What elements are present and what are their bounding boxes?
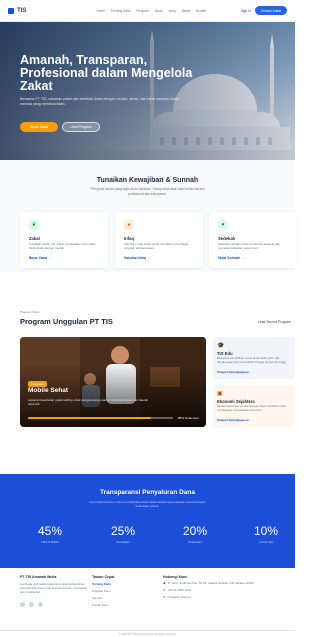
mail-icon: ✉ (163, 594, 166, 599)
duties-subtitle: Pilih jenis donasi yang ingin Anda salur… (90, 187, 205, 196)
top-navbar: TIS Home Tentang Kami Program Zakat Infa… (0, 0, 295, 22)
program-desc: Beasiswa pendidikan untuk anak-anak yati… (217, 356, 287, 364)
funding-progress-label: 85% Terkumpul (178, 415, 199, 420)
brand-logo[interactable]: TIS (8, 7, 27, 14)
card-desc: Tunaikan zakat mal, zakat penghasilan, d… (29, 242, 96, 250)
stat-value: 45% (37, 524, 63, 538)
zakat-card[interactable]: ❦ Zakat Tunaikan zakat mal, zakat pengha… (20, 212, 108, 268)
facebook-icon[interactable] (20, 602, 25, 607)
site-footer: PT TIS Amanah Mulia Lembaga amil zakat t… (0, 568, 295, 637)
footer-about-title: PT TIS Amanah Mulia (20, 575, 57, 579)
footer-contact-title: Hubungi Kami (163, 575, 188, 579)
hero-subtitle: Bersama PT TIS, salurkan zakat dan sedek… (20, 97, 179, 106)
stat-operations: 10% Amil & Ops (236, 524, 296, 544)
programs-eyebrow: Program Kami (20, 310, 40, 314)
footer-link-about[interactable]: Tentang Kami (92, 582, 142, 586)
contact-address: ◉ Jl. Jend. Sudirman Kav. 52-53, Jakarta … (163, 581, 278, 586)
programs-section: Program Kami Program Unggulan PT TIS Lih… (0, 302, 295, 442)
funding-progress-fill (28, 417, 152, 419)
footer-about-text: Lembaga amil zakat terpercaya yang berko… (20, 582, 88, 594)
card-desc: Sedekah terbaik untuk membantu sesama da… (218, 242, 281, 250)
program-link[interactable]: Pelajari Selengkapnya (217, 370, 249, 374)
phone-icon: ✆ (163, 587, 166, 592)
footer-links-title: Tautan Cepat (92, 575, 115, 579)
card-desc: Salurkan infaq Anda untuk mendukung berb… (124, 242, 189, 250)
stat-value: 10% (253, 524, 279, 538)
email-text: info@ptis-zakat.id (167, 594, 191, 599)
program-link[interactable]: Pelajari Selengkapnya (217, 418, 249, 422)
duties-title: Tunaikan Kewajiban & Sunnah (96, 177, 199, 184)
instagram-icon[interactable] (29, 602, 34, 607)
brand-name: TIS (17, 7, 27, 14)
shop-icon: ▣ (217, 391, 223, 397)
plant-icon: ❦ (29, 220, 39, 230)
program-card-edu[interactable]: 🎓 TIS Edu Beasiswa pendidikan untuk anak… (213, 337, 295, 379)
twitter-icon[interactable] (38, 602, 43, 607)
menu-item-zakat[interactable]: Zakat (155, 9, 163, 13)
featured-program-desc: Layanan kesehatan gratis keliling untuk … (28, 398, 149, 406)
menu-item-program[interactable]: Program (136, 9, 148, 13)
funding-progress-bar (28, 417, 173, 419)
stat-education: 25% Pendidikan (93, 524, 153, 544)
menu-item-infaq[interactable]: Infaq (169, 9, 176, 13)
card-link[interactable]: Bayar Zakat → (29, 256, 51, 260)
card-link[interactable]: Salurkan Infaq → (124, 256, 150, 260)
address-text: Jl. Jend. Sudirman Kav. 52-53, Jakarta S… (167, 581, 254, 585)
stat-fakir-miskin: 45% Fakir & Miskin (20, 524, 80, 544)
card-title: Sedekah (218, 236, 236, 241)
transparency-subtitle: Kami berkomitmen untuk menyalurkan dana … (89, 500, 206, 508)
footer-contact: Hubungi Kami ◉ Jl. Jend. Sudirman Kav. 52… (163, 575, 278, 599)
view-programs-button[interactable]: Lihat Program (62, 122, 100, 132)
graduation-cap-icon: 🎓 (217, 343, 225, 349)
program-desc: Modal usaha dan pendampingan bagi mustah… (217, 404, 286, 412)
main-menu: Home Tentang Kami Program Zakat Infaq Be… (96, 9, 206, 13)
menu-item-contact[interactable]: Kontak (196, 9, 206, 13)
hero-title: Amanah, Transparan, Profesional dalam Me… (20, 53, 193, 93)
hero-section: Amanah, Transparan, Profesional dalam Me… (0, 22, 295, 160)
pay-zakat-button[interactable]: Bayar Zakat (20, 122, 58, 132)
sedekah-card[interactable]: ♥ Sedekah Sedekah terbaik untuk membantu… (209, 212, 297, 268)
menu-item-about[interactable]: Tentang Kami (111, 9, 131, 13)
featured-program-title: Mobile Sehat (28, 387, 69, 394)
transparency-section: Transparansi Penyaluran Dana Kami berkom… (0, 474, 295, 568)
infaq-card[interactable]: ● Infaq Salurkan infaq Anda untuk menduk… (115, 212, 203, 268)
stat-health: 20% Kesehatan (165, 524, 225, 544)
copyright-text: © 2024 PT TIS Amanah Mulia. All rights r… (0, 630, 295, 636)
logo-mark-icon (8, 7, 14, 14)
card-title: Infaq (124, 236, 135, 241)
featured-program-card[interactable]: Kesehatan Mobile Sehat Layanan kesehatan… (20, 337, 206, 427)
stat-value: 20% (182, 524, 208, 538)
footer-link-reports[interactable]: Laporan (92, 596, 142, 600)
stat-label: Amil & Ops (259, 540, 273, 544)
card-link[interactable]: Mulai Sedekah → (218, 256, 244, 260)
footer-link-contact[interactable]: Kontak Kami (92, 603, 142, 607)
phone-text: +62 21 5555 1234 (167, 587, 192, 592)
footer-about: PT TIS Amanah Mulia Lembaga amil zakat t… (20, 575, 90, 607)
stat-label: Kesehatan (188, 540, 202, 544)
stat-label: Pendidikan (116, 540, 130, 544)
duties-section: Tunaikan Kewajiban & Sunnah Pilih jenis … (0, 160, 297, 272)
donate-button[interactable]: Donasi Zakat (255, 6, 287, 15)
card-title: Zakat (29, 236, 40, 241)
footer-links: Tautan Cepat Tentang Kami Program Kami L… (92, 575, 142, 607)
see-all-programs-link[interactable]: Lihat Semua Program (258, 320, 291, 324)
pin-icon: ◉ (163, 581, 166, 585)
menu-item-home[interactable]: Home (96, 9, 105, 13)
contact-email[interactable]: ✉ info@ptis-zakat.id (163, 594, 278, 600)
stat-value: 25% (110, 524, 136, 538)
program-card-economy[interactable]: ▣ Ekonomi Sejahtera Modal usaha dan pend… (213, 385, 295, 427)
social-links (20, 602, 90, 607)
contact-phone[interactable]: ✆ +62 21 5555 1234 (163, 587, 278, 593)
transparency-title: Transparansi Penyaluran Dana (99, 489, 195, 496)
heart-icon: ♥ (218, 220, 228, 230)
sign-in-link[interactable]: Sign In (240, 9, 251, 13)
menu-item-news[interactable]: Berita (182, 9, 190, 13)
stat-label: Fakir & Miskin (41, 540, 59, 544)
footer-link-programs[interactable]: Program Kami (92, 589, 142, 593)
coins-icon: ● (124, 220, 134, 230)
programs-title: Program Unggulan PT TIS (20, 317, 113, 326)
